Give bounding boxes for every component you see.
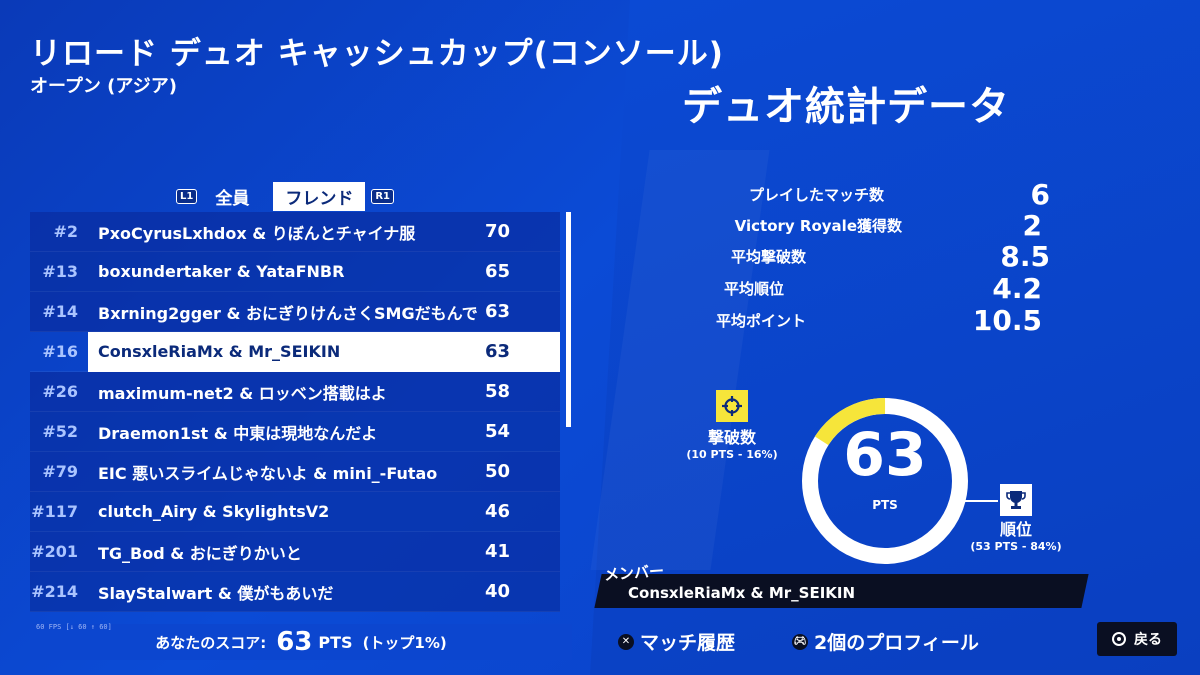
stat-avg-elims: 平均撃破数 8.5 — [700, 240, 1050, 273]
elim-detail: (10 PTS - 16%) — [686, 448, 778, 461]
leaderboard-tabs: L1 全員 フレンド R1 — [176, 181, 395, 211]
placement-detail: (53 PTS - 84%) — [970, 540, 1062, 553]
tab-friends[interactable]: フレンド — [273, 181, 366, 211]
cross-button-icon: ✕ — [618, 633, 634, 650]
stat-value: 6 — [1030, 178, 1050, 211]
stat-label: 平均撃破数 — [730, 248, 806, 266]
l1-key-icon: L1 — [176, 188, 198, 204]
row-rank: #201 — [31, 542, 78, 561]
stat-value: 10.5 — [972, 304, 1042, 337]
match-history-label: マッチ履歴 — [640, 632, 736, 654]
r1-key-icon: R1 — [371, 188, 395, 204]
row-rank: #79 — [42, 462, 78, 481]
score-label: あなたのスコア: — [155, 633, 267, 652]
row-points: 40 — [485, 581, 511, 602]
match-history-button[interactable]: ✕ マッチ履歴 — [618, 628, 735, 655]
score-value: 63 — [276, 627, 313, 657]
stat-victory-royales: Victory Royale獲得数 2 — [700, 209, 1042, 242]
row-rank: #16 — [42, 342, 78, 361]
row-team: maximum-net2 & ロッベン搭載はよ — [98, 383, 387, 403]
table-row[interactable]: #214 SlayStalwart & 僕がもあいだ 40 — [30, 572, 560, 612]
tab-all[interactable]: 全員 — [203, 182, 261, 211]
row-points: 58 — [485, 381, 511, 402]
ring-unit: PTS — [872, 498, 898, 512]
event-title: リロード デュオ キャッシュカップ(コンソール) — [30, 36, 724, 72]
elim-label: 撃破数 — [707, 428, 756, 447]
row-points: 63 — [485, 331, 560, 372]
row-points: 50 — [485, 461, 511, 482]
row-team: SlayStalwart & 僕がもあいだ — [98, 583, 334, 603]
trophy-icon — [1000, 484, 1032, 516]
member-names: ConsxleRiaMx & Mr_SEIKIN — [628, 584, 856, 602]
leaderboard: #2 PxoCyrusLxhdox & りぼんとチャイナ服 70 #13 box… — [30, 212, 560, 612]
leaderboard-scrollbar[interactable] — [566, 212, 571, 427]
row-points: 41 — [485, 541, 511, 562]
stat-label: 平均ポイント — [715, 312, 806, 330]
row-rank: #26 — [42, 382, 78, 401]
row-team: Draemon1st & 中東は現地なんだよ — [98, 423, 378, 443]
row-rank: #2 — [53, 222, 78, 241]
row-points: 70 — [485, 221, 511, 242]
row-team: ConsxleRiaMx & Mr_SEIKIN — [88, 331, 485, 372]
stat-value: 4.2 — [992, 272, 1042, 305]
score-unit: PTS — [318, 632, 353, 652]
row-rank: #13 — [42, 262, 78, 281]
row-team: EIC 悪いスライムじゃないよ & mini_-Futao — [98, 463, 438, 483]
table-row[interactable]: #52 Draemon1st & 中東は現地なんだよ 54 — [30, 412, 560, 452]
stat-avg-points: 平均ポイント 10.5 — [700, 304, 1042, 337]
stat-label: プレイしたマッチ数 — [748, 186, 884, 204]
table-row-selected[interactable]: #16 ConsxleRiaMx & Mr_SEIKIN 63 — [30, 331, 560, 372]
table-row[interactable]: #13 boxundertaker & YataFNBR 65 — [30, 252, 560, 292]
profiles-button[interactable]: 🎮︎ 2個のプロフィール — [792, 628, 979, 655]
ring-total: 63 — [843, 420, 927, 490]
stat-avg-placement: 平均順位 4.2 — [700, 272, 1042, 305]
stat-value: 8.5 — [1000, 240, 1050, 273]
score-top-percent: (トップ1%) — [362, 633, 447, 652]
fps-counter: 60 FPS [↓ 60 ↑ 60] — [36, 623, 112, 631]
table-row[interactable]: #14 Bxrning2gger & おにぎりけんさくSMGだもんで 63 — [30, 292, 560, 332]
placement-label: 順位 — [999, 520, 1032, 539]
row-team: TG_Bod & おにぎりかいと — [98, 543, 302, 563]
event-subtitle: オープン (アジア) — [30, 76, 177, 97]
placement-connector — [958, 490, 998, 502]
profiles-label: 2個のプロフィール — [814, 632, 979, 654]
crosshair-icon — [716, 390, 748, 422]
stat-label: Victory Royale獲得数 — [734, 217, 902, 235]
row-rank: #14 — [42, 302, 78, 321]
row-points: 46 — [485, 501, 511, 522]
row-team: boxundertaker & YataFNBR — [98, 262, 345, 281]
circle-button-icon — [1112, 632, 1126, 646]
row-team: clutch_Airy & SkylightsV2 — [98, 502, 330, 521]
table-row[interactable]: #26 maximum-net2 & ロッベン搭載はよ 58 — [30, 372, 560, 412]
row-rank: #214 — [31, 582, 78, 601]
back-button[interactable]: 戻る — [1097, 622, 1177, 656]
row-team: PxoCyrusLxhdox & りぼんとチャイナ服 — [98, 223, 416, 243]
row-rank: #52 — [42, 422, 78, 441]
row-team: Bxrning2gger & おにぎりけんさくSMGだもんで — [98, 303, 478, 323]
table-row[interactable]: #201 TG_Bod & おにぎりかいと 41 — [30, 532, 560, 572]
table-row[interactable]: #117 clutch_Airy & SkylightsV2 46 — [30, 492, 560, 532]
row-points: 63 — [485, 301, 511, 322]
back-label: 戻る — [1134, 632, 1162, 648]
stat-value: 2 — [1022, 209, 1042, 242]
stat-label: 平均順位 — [723, 280, 784, 298]
stats-title: デュオ統計データ — [682, 84, 1010, 130]
row-rank: #117 — [31, 502, 78, 521]
table-row[interactable]: #2 PxoCyrusLxhdox & りぼんとチャイナ服 70 — [30, 212, 560, 252]
table-row[interactable]: #79 EIC 悪いスライムじゃないよ & mini_-Futao 50 — [30, 452, 560, 492]
gamepad-icon: 🎮︎ — [792, 633, 808, 650]
member-title: メンバー — [603, 561, 665, 585]
stat-matches: プレイしたマッチ数 6 — [700, 178, 1050, 211]
row-points: 54 — [485, 421, 511, 442]
row-points: 65 — [485, 261, 511, 282]
